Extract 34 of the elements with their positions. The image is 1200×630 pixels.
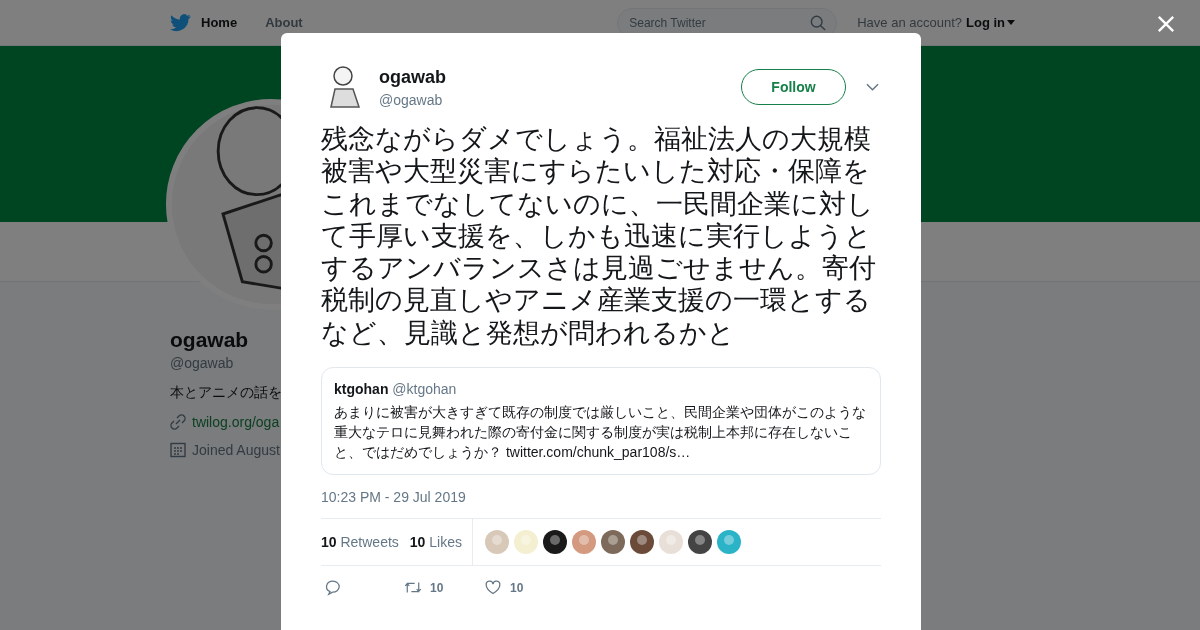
quoted-author-handle: @ktgohan [392,381,457,398]
author-handle[interactable]: @ogawab [379,91,741,108]
quoted-tweet[interactable]: ktgohan @ktgohan あまりに被害が大きすぎて既存の制度では厳しいこと、民間企業や団体がこのような重大なテロに見舞われた際の寄付金に関する制度が実は税制上本邦に存在しないこと、ではだめでしょうか？ twitter.com/chunk_par108/s… [321,367,881,476]
author-name[interactable]: ogawab [379,66,741,88]
quoted-text: あまりに被害が大きすぎて既存の制度では厳しいこと、民間企業や団体がこのような重大なテロに見舞われた際の寄付金に関する制度が実は税制上本邦に存在しないこと、ではだめでしょうか？ twitter.com/chunk_par108/s… [334,403,867,463]
heart-icon[interactable] [484,579,502,597]
stat-link[interactable]: 10 Likes [409,534,462,551]
login-link[interactable]: Log in [966,15,1005,30]
tweet-text: 残念ながらダメでしょう。福祉法人の大規模被害や大型災害にすらたいした対応・保障をこれまでなしてないのに、一民間企業に対して手厚い支援を、しかも迅速に実行しようとするアンバランスさは見過ごせません。寄付税制の見直しやアニメ産業支援の一環とするなど、見識と発想が問われるかと [321,123,877,350]
timestamp: 10:23 PM - 29 Jul 2019 [321,489,467,506]
quoted-author-name: ktgohan [334,381,389,398]
account-prompt: Have an account? [857,15,962,30]
action-count: 10 [430,580,444,595]
action-count: 10 [510,580,524,595]
reply-icon[interactable] [324,579,342,597]
profile-link[interactable]: twilog.org/oga [192,414,280,430]
quoted-link[interactable]: twitter.com/chunk_par108/s… [505,444,691,461]
link-icon [170,414,186,430]
nav-link[interactable]: About [265,15,303,30]
avatar[interactable] [543,530,567,555]
nav-link[interactable]: Home [201,15,238,30]
profile-name: ogawab [170,328,249,352]
calendar-icon [170,442,186,458]
search-icon[interactable] [810,14,827,31]
chevron-down-icon[interactable] [866,83,879,91]
stat-link[interactable]: 10 Retweets [321,534,399,551]
close-icon[interactable] [1157,15,1175,33]
avatar[interactable] [688,530,712,555]
follow-button[interactable]: Follow [741,69,846,105]
avatar[interactable] [630,530,654,555]
profile-bio: 本とアニメの話を [170,384,282,402]
caret-icon[interactable] [1007,20,1015,25]
profile-handle: @ogawab [170,355,234,371]
joined-date: Joined August [192,442,280,458]
